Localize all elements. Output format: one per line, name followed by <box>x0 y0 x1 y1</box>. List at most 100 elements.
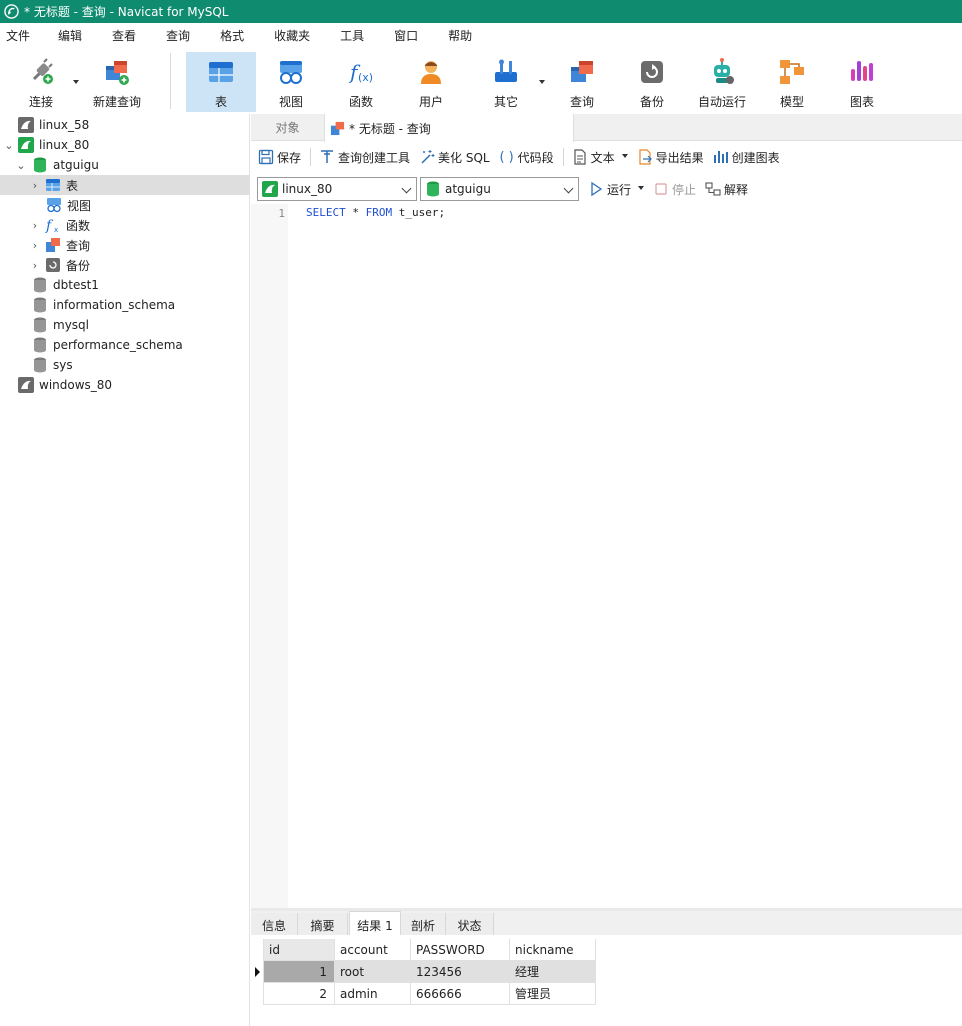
backup-label: 备份 <box>639 95 664 109</box>
tree-item-information-schema[interactable]: information_schema <box>0 295 250 315</box>
view-button[interactable]: 视图 <box>266 52 316 112</box>
text-button[interactable]: 文本 <box>572 149 628 166</box>
run-button[interactable]: 运行 <box>588 181 645 198</box>
table-label: 表 <box>214 95 227 109</box>
tab-objects[interactable]: 对象 <box>251 114 324 141</box>
connect-button[interactable]: 连接 <box>16 52 66 112</box>
other-label: 其它 <box>493 95 518 109</box>
view-icon <box>47 198 61 213</box>
tab-status[interactable]: 状态 <box>446 913 494 937</box>
column-header-account[interactable]: account <box>335 939 411 961</box>
table-cell[interactable]: 管理员 <box>510 983 596 1005</box>
tree-item-dbtest1[interactable]: dbtest1 <box>0 275 250 295</box>
menu-edit[interactable]: 编辑 <box>52 23 93 49</box>
table-cell[interactable]: 经理 <box>510 961 596 983</box>
column-header-password[interactable]: PASSWORD <box>411 939 510 961</box>
menu-tools[interactable]: 工具 <box>334 23 375 49</box>
tree-item-queries[interactable]: › 查询 <box>0 235 250 255</box>
backup-icon <box>46 258 60 272</box>
chevron-down-icon[interactable]: ⌄ <box>3 139 15 152</box>
query-builder-button[interactable]: 查询创建工具 <box>319 149 410 166</box>
menu-file[interactable]: 文件 <box>0 23 41 49</box>
table-cell[interactable]: 666666 <box>411 983 510 1005</box>
stop-icon <box>655 183 667 195</box>
row-marker[interactable] <box>252 983 264 1005</box>
column-header-id[interactable]: id <box>264 939 335 961</box>
create-chart-button[interactable]: 创建图表 <box>713 149 780 166</box>
row-marker[interactable] <box>252 961 264 983</box>
table-cell[interactable]: 123456 <box>411 961 510 983</box>
table-button[interactable]: 表 <box>186 52 256 112</box>
save-button[interactable]: 保存 <box>258 149 301 166</box>
tree-item-windows-80[interactable]: windows_80 <box>0 375 250 395</box>
query-button[interactable]: 查询 <box>557 52 607 112</box>
menu-help[interactable]: 帮助 <box>442 23 483 49</box>
tree-item-mysql[interactable]: mysql <box>0 315 250 335</box>
tree-item-sys[interactable]: sys <box>0 355 250 375</box>
user-button[interactable]: 用户 <box>406 52 456 112</box>
tree-item-views[interactable]: 视图 <box>0 195 250 215</box>
mysql-connection-icon <box>18 137 34 153</box>
sql-keyword: SELECT <box>306 206 346 219</box>
tree-item-linux-58[interactable]: linux_58 <box>0 115 250 135</box>
explain-button[interactable]: 解释 <box>705 181 748 198</box>
database-select[interactable]: atguigu <box>420 177 579 201</box>
tab-result-1[interactable]: 结果 1 <box>349 911 401 938</box>
table-cell[interactable]: 2 <box>264 983 335 1005</box>
connect-label: 连接 <box>28 95 53 109</box>
other-button[interactable]: 其它 <box>481 52 531 112</box>
tree-item-functions[interactable]: › f x 函数 <box>0 215 250 235</box>
export-result-button[interactable]: 导出结果 <box>637 149 704 166</box>
chevron-down-icon[interactable]: ⌄ <box>15 159 27 172</box>
tree-item-linux-80[interactable]: ⌄ linux_80 <box>0 135 250 155</box>
menu-format[interactable]: 格式 <box>214 23 255 49</box>
table-cell[interactable]: 1 <box>264 961 335 983</box>
tab-query[interactable]: * 无标题 - 查询 <box>324 114 574 142</box>
tree-item-performance-schema[interactable]: performance_schema <box>0 335 250 355</box>
code-snippet-button[interactable]: ( ) 代码段 <box>499 149 553 166</box>
export-icon <box>639 149 652 165</box>
run-dropdown-icon[interactable] <box>638 186 645 190</box>
menu-favorites[interactable]: 收藏夹 <box>268 23 321 49</box>
database-icon <box>34 357 46 373</box>
menu-view[interactable]: 查看 <box>106 23 147 49</box>
tab-info[interactable]: 信息 <box>251 913 298 937</box>
menu-query[interactable]: 查询 <box>160 23 201 49</box>
automation-button[interactable]: 自动运行 <box>692 52 752 112</box>
user-icon <box>421 61 441 84</box>
chart-button[interactable]: 图表 <box>837 52 887 112</box>
tree-item-atguigu[interactable]: ⌄ atguigu <box>0 155 250 175</box>
connection-select[interactable]: linux_80 <box>257 177 417 201</box>
table-cell[interactable]: root <box>335 961 411 983</box>
chevron-right-icon[interactable]: › <box>29 219 41 232</box>
chevron-right-icon[interactable]: › <box>29 259 41 272</box>
backup-button[interactable]: 备份 <box>627 52 677 112</box>
column-header-nickname[interactable]: nickname <box>510 939 596 961</box>
toolbar-separator <box>170 53 171 109</box>
menu-window[interactable]: 窗口 <box>388 23 429 49</box>
text-dropdown-icon[interactable] <box>621 154 628 158</box>
tree-item-backups[interactable]: › 备份 <box>0 255 250 275</box>
row-marker-header <box>252 939 264 961</box>
tab-summary[interactable]: 摘要 <box>298 913 348 937</box>
beautify-sql-button[interactable]: 美化 SQL <box>419 149 490 166</box>
table-cell[interactable]: admin <box>335 983 411 1005</box>
tab-profile[interactable]: 剖析 <box>401 913 446 937</box>
stop-button[interactable]: 停止 <box>653 181 696 198</box>
new-query-button[interactable]: 新建查询 <box>88 52 146 112</box>
model-button[interactable]: 模型 <box>767 52 817 112</box>
chevron-right-icon[interactable]: › <box>29 239 41 252</box>
tree-item-tables[interactable]: › 表 <box>0 175 250 195</box>
toolbar-separator <box>562 148 564 166</box>
other-dropdown-icon[interactable] <box>539 80 545 84</box>
line-number-gutter: 1 <box>251 204 288 908</box>
function-button[interactable]: f (x) 函数 <box>336 52 386 112</box>
sql-editor[interactable]: 1 SELECT * FROM t_user; <box>251 204 962 908</box>
sql-code-line[interactable]: SELECT * FROM t_user; <box>306 206 445 219</box>
view-icon <box>280 61 302 84</box>
table-icon <box>209 62 233 82</box>
new-query-icon <box>106 61 129 85</box>
connect-dropdown-icon[interactable] <box>73 80 79 84</box>
chevron-down-icon <box>563 183 574 194</box>
chevron-right-icon[interactable]: › <box>29 179 41 192</box>
